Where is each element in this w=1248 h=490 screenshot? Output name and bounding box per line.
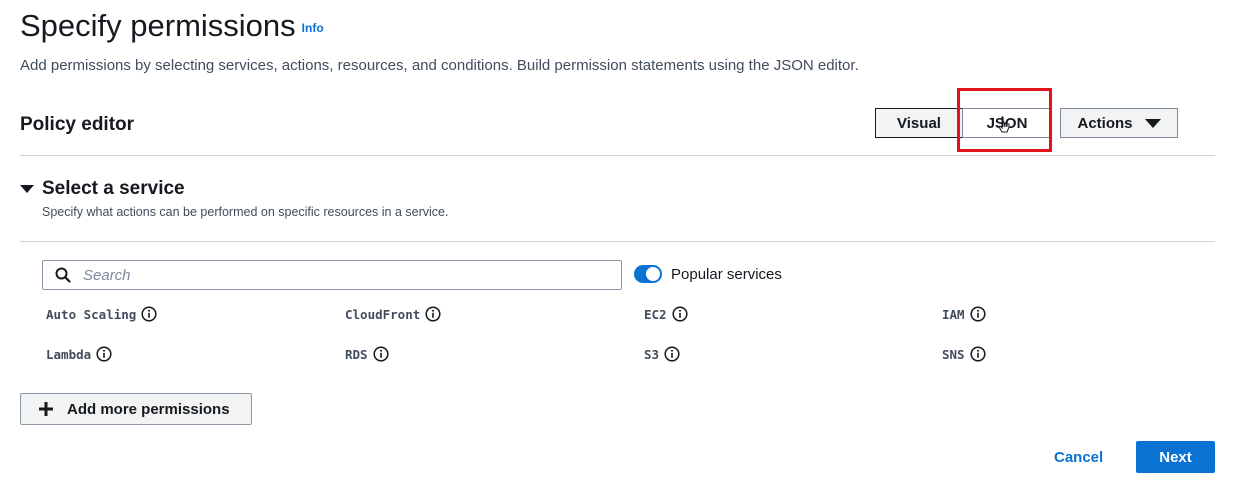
select-service-description: Specify what actions can be performed on… (42, 205, 449, 219)
info-icon[interactable] (141, 306, 157, 322)
service-label: Auto Scaling (46, 306, 137, 322)
actions-dropdown-button[interactable]: Actions (1060, 108, 1178, 138)
info-icon[interactable] (664, 346, 680, 362)
popular-services-toggle[interactable] (634, 265, 662, 283)
caret-down-icon (1144, 118, 1161, 128)
page-title-text: Specify permissions (20, 8, 296, 43)
service-label: IAM (942, 306, 965, 322)
divider (20, 241, 1215, 242)
service-label: S3 (644, 346, 660, 362)
info-icon[interactable] (672, 306, 688, 322)
policy-editor-title: Policy editor (20, 114, 135, 135)
info-icon[interactable] (96, 346, 112, 362)
service-cloudfront[interactable]: CloudFront (345, 306, 441, 322)
toggle-knob (646, 267, 660, 281)
info-icon[interactable] (970, 346, 986, 362)
next-button[interactable]: Next (1136, 441, 1215, 473)
info-icon[interactable] (425, 306, 441, 322)
add-more-permissions-button[interactable]: Add more permissions (20, 393, 252, 425)
add-more-permissions-label: Add more permissions (67, 400, 230, 418)
actions-label: Actions (1077, 114, 1133, 132)
service-iam[interactable]: IAM (942, 306, 986, 322)
visual-mode-button[interactable]: Visual (875, 108, 963, 138)
service-label: CloudFront (345, 306, 421, 322)
info-link[interactable]: Info (302, 21, 324, 35)
select-service-title: Select a service (42, 178, 185, 199)
page-description: Add permissions by selecting services, a… (20, 57, 859, 74)
search-icon (55, 267, 71, 283)
caret-down-icon (20, 185, 34, 193)
service-lambda[interactable]: Lambda (46, 346, 112, 362)
search-input[interactable] (81, 265, 585, 285)
service-auto-scaling[interactable]: Auto Scaling (46, 306, 157, 322)
service-sns[interactable]: SNS (942, 346, 986, 362)
select-service-toggle[interactable]: Select a service (20, 178, 185, 200)
popular-services-label: Popular services (671, 266, 782, 283)
service-rds[interactable]: RDS (345, 346, 389, 362)
service-ec2[interactable]: EC2 (644, 306, 688, 322)
service-label: SNS (942, 346, 965, 362)
service-label: Lambda (46, 346, 92, 362)
page-title: Specify permissions Info (20, 8, 324, 44)
service-label: EC2 (644, 306, 667, 322)
service-s3[interactable]: S3 (644, 346, 680, 362)
service-label: RDS (345, 346, 368, 362)
mouse-pointer-icon (998, 116, 1010, 133)
info-icon[interactable] (373, 346, 389, 362)
cancel-button[interactable]: Cancel (1054, 449, 1103, 466)
info-icon[interactable] (970, 306, 986, 322)
plus-icon (39, 402, 53, 416)
divider (20, 155, 1215, 156)
service-search[interactable] (42, 260, 622, 290)
